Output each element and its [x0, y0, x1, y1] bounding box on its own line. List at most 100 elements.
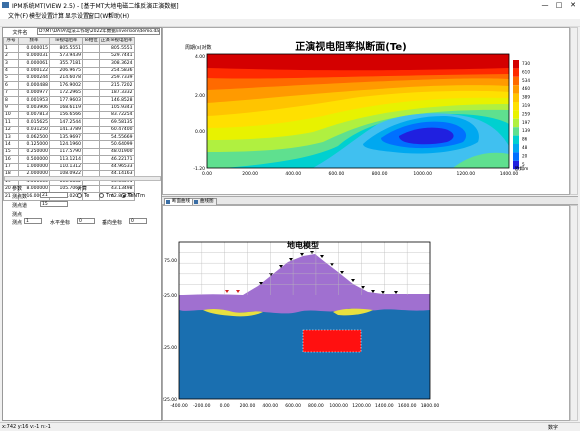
row-index-cell[interactable]: 5: [3, 73, 19, 83]
table-row[interactable]: 12 0.031250 141.3789 60.47400: [3, 125, 135, 135]
table-row[interactable]: 14 0.125000 124.1960 50.64099: [3, 140, 135, 149]
row-index-cell[interactable]: 9: [3, 103, 19, 112]
table-cell[interactable]: 60.47400: [98, 125, 135, 135]
table-cell[interactable]: 146.8528: [98, 96, 135, 105]
table-cell[interactable]: 168.6119: [49, 103, 83, 112]
table-cell[interactable]: 0.000977: [18, 88, 50, 98]
table-cell[interactable]: 0.250000: [18, 147, 50, 157]
table-cell[interactable]: 83.72254: [98, 110, 135, 120]
table-cell[interactable]: 0.000031: [18, 51, 50, 61]
table-cell[interactable]: 147.2544: [49, 118, 83, 127]
row-index-cell[interactable]: 11: [3, 118, 19, 127]
table-cell[interactable]: 172.2965: [49, 88, 83, 98]
table-cell[interactable]: 113.1214: [49, 155, 83, 164]
table-cell[interactable]: 308.3624: [98, 59, 135, 68]
table-cell[interactable]: 0.000244: [18, 73, 50, 83]
table-cell[interactable]: [82, 66, 100, 75]
table-horizontal-scrollbar[interactable]: [4, 176, 161, 181]
table-cell[interactable]: 259.7339: [98, 73, 135, 83]
station-marker[interactable]: [330, 263, 334, 266]
station-marker[interactable]: [236, 290, 240, 293]
table-cell[interactable]: 69.58135: [98, 118, 135, 127]
top-chart-scrollbar[interactable]: [570, 27, 578, 195]
table-cell[interactable]: 1.000000: [18, 162, 50, 172]
table-row[interactable]: 8 0.001953 177.9603 146.8528: [3, 96, 135, 105]
table-cell[interactable]: 0.007813: [18, 110, 50, 120]
table-cell[interactable]: 805.5551: [49, 44, 83, 53]
row-index-cell[interactable]: 12: [3, 125, 19, 135]
table-cell[interactable]: [82, 96, 100, 105]
table-cell[interactable]: 529.7441: [98, 51, 135, 61]
table-row[interactable]: 9 0.003906 168.6119 105.9343: [3, 103, 135, 112]
table-row[interactable]: 4 0.000122 206.9675 254.5836: [3, 66, 135, 75]
table-cell[interactable]: 48.01900: [98, 147, 135, 157]
table-cell[interactable]: [82, 81, 100, 90]
table-cell[interactable]: [82, 59, 100, 68]
table-row[interactable]: 16 0.500000 113.1214 46.22171: [3, 155, 135, 164]
table-cell[interactable]: 0.031250: [18, 125, 50, 135]
table-row[interactable]: 1 0.000015 805.5551 805.5551: [3, 44, 135, 53]
table-cell[interactable]: 44.96533: [98, 162, 135, 172]
table-cell[interactable]: 0.000061: [18, 59, 50, 68]
row-index-cell[interactable]: 10: [3, 110, 19, 120]
row-index-cell[interactable]: 8: [3, 96, 19, 105]
table-cell[interactable]: 206.9675: [49, 66, 83, 75]
maximize-button[interactable]: □: [552, 0, 566, 10]
row-index-cell[interactable]: 7: [3, 88, 19, 98]
table-cell[interactable]: 0.500000: [18, 155, 50, 164]
station-marker[interactable]: [394, 291, 398, 294]
station-marker[interactable]: [225, 290, 229, 293]
minimize-button[interactable]: —: [538, 0, 552, 10]
table-cell[interactable]: 0.001953: [18, 96, 50, 105]
row-index-cell[interactable]: 4: [3, 66, 19, 75]
table-cell[interactable]: [82, 73, 100, 83]
table-cell[interactable]: [82, 88, 100, 98]
station-marker[interactable]: [340, 271, 344, 274]
table-row[interactable]: 2 0.000031 573.9439 529.7441: [3, 51, 135, 61]
radio-tentm[interactable]: [121, 193, 126, 198]
h-coord-field[interactable]: 0: [77, 218, 95, 224]
table-cell[interactable]: 0.125000: [18, 140, 50, 149]
row-index-cell[interactable]: 17: [3, 162, 19, 172]
table-cell[interactable]: 0.015625: [18, 118, 50, 127]
table-cell[interactable]: [82, 51, 100, 61]
table-cell[interactable]: 105.9343: [98, 103, 135, 112]
table-cell[interactable]: 124.1960: [49, 140, 83, 149]
table-cell[interactable]: [82, 44, 100, 53]
station-count-field[interactable]: 21: [40, 192, 68, 198]
table-cell[interactable]: 0.062500: [18, 133, 50, 142]
table-cell[interactable]: 141.3789: [49, 125, 83, 135]
table-cell[interactable]: [82, 125, 100, 135]
table-cell[interactable]: 355.7181: [49, 59, 83, 68]
table-cell[interactable]: 573.9439: [49, 51, 83, 61]
row-index-cell[interactable]: 13: [3, 133, 19, 142]
table-cell[interactable]: 50.64099: [98, 140, 135, 149]
close-button[interactable]: ✕: [566, 0, 580, 10]
table-cell[interactable]: [82, 118, 100, 127]
from-field[interactable]: 1: [24, 218, 42, 224]
table-row[interactable]: 10 0.007813 156.6566 83.72254: [3, 110, 135, 120]
v-coord-field[interactable]: 0: [129, 218, 147, 224]
radio-te[interactable]: [77, 193, 82, 198]
table-cell[interactable]: 117.5790: [49, 147, 83, 157]
row-index-cell[interactable]: 1: [3, 44, 19, 53]
table-cell[interactable]: 254.5836: [98, 66, 135, 75]
table-cell[interactable]: 0.000122: [18, 66, 50, 75]
table-row[interactable]: 7 0.000977 172.2965 187.3332: [3, 88, 135, 98]
table-cell[interactable]: 215.7202: [98, 81, 135, 90]
table-cell[interactable]: [82, 147, 100, 157]
table-cell[interactable]: 0.000488: [18, 81, 50, 90]
row-index-cell[interactable]: 14: [3, 140, 19, 149]
row-index-cell[interactable]: 6: [3, 81, 19, 90]
station-marker[interactable]: [351, 279, 355, 282]
table-cell[interactable]: 177.9603: [49, 96, 83, 105]
bottom-chart-scrollbar[interactable]: [570, 205, 578, 421]
table-cell[interactable]: [82, 155, 100, 164]
anomaly-body[interactable]: [302, 329, 362, 353]
column-header[interactable]: 正演Te视电阻率: [98, 36, 135, 46]
table-row[interactable]: 17 1.000000 110.1312 44.96533: [3, 162, 135, 172]
table-cell[interactable]: 805.5551: [98, 44, 135, 53]
table-cell[interactable]: 46.22171: [98, 155, 135, 164]
row-index-cell[interactable]: 2: [3, 51, 19, 61]
row-index-cell[interactable]: 3: [3, 59, 19, 68]
